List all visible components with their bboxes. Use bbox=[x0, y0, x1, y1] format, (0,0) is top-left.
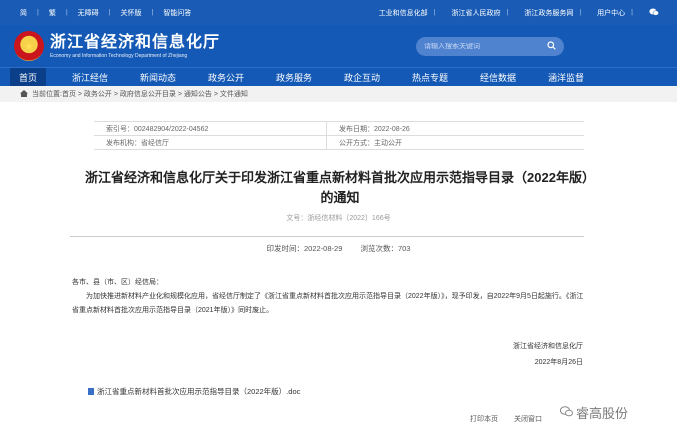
nav-supervision[interactable]: 涵洋监督 bbox=[532, 68, 600, 86]
doc-number: 文号：浙经信材料〔2022〕166号 bbox=[286, 215, 391, 222]
divider: | bbox=[65, 9, 68, 16]
wechat-icon bbox=[559, 405, 573, 420]
view-count: 浏览次数：703 bbox=[360, 244, 411, 253]
nav-news[interactable]: 新闻动态 bbox=[124, 68, 192, 86]
publisher: 发布机构：省经信厅 bbox=[94, 136, 327, 149]
signature-block: 浙江省经济和信息化厅 2022年8月26日 bbox=[513, 339, 583, 371]
divider: | bbox=[579, 9, 582, 16]
traditional-link[interactable]: 繁 bbox=[49, 8, 56, 18]
watermark-text: 睿高股份 bbox=[576, 406, 629, 421]
nav-zhejiang-jingxin[interactable]: 浙江经信 bbox=[56, 68, 124, 86]
doc-file-icon bbox=[88, 388, 94, 395]
site-header: ★ 浙江省经济和信息化厅 Economy and Information Tec… bbox=[0, 25, 677, 67]
page-title: 浙江省经济和信息化厅关于印发浙江省重点新材料首批次应用示范指导目录（2022年版… bbox=[85, 170, 595, 205]
nav-gov-services[interactable]: 政务服务 bbox=[260, 68, 328, 86]
top-utility-bar: 简 | 繁 | 无障碍 | 关怀版 | 智能问答 工业和信息化部 | 浙江省人民… bbox=[0, 0, 677, 25]
close-button[interactable]: 关闭窗口 bbox=[514, 416, 542, 423]
zj-service-link[interactable]: 浙江政务服务网 bbox=[524, 8, 573, 18]
wechat-icon[interactable] bbox=[649, 8, 659, 18]
print-button[interactable]: 打印本页 bbox=[470, 416, 498, 423]
main-nav: 首页 浙江经信 新闻动态 政务公开 政务服务 政企互动 热点专题 经信数据 涵洋… bbox=[0, 67, 677, 86]
open-method: 公开方式：主动公开 bbox=[339, 139, 402, 147]
print-date: 印发时间：2022-08-29 bbox=[266, 244, 343, 253]
page-actions: 打印本页 关闭窗口 bbox=[470, 414, 556, 424]
divider: | bbox=[433, 9, 436, 16]
divider: | bbox=[151, 9, 154, 16]
search-input[interactable] bbox=[424, 43, 544, 50]
nav-gov-affairs[interactable]: 政务公开 bbox=[192, 68, 260, 86]
top-left-links: 简 | 繁 | 无障碍 | 关怀版 | 智能问答 bbox=[20, 8, 201, 18]
user-center-link[interactable]: 用户中心 bbox=[597, 8, 625, 18]
meta-row: 发布机构：省经信厅 公开方式：主动公开 bbox=[94, 136, 584, 150]
breadcrumb-text[interactable]: 当前位置:首页 > 政务公开 > 政府信息公开目录 > 通知公告 > 文件通知 bbox=[32, 89, 248, 99]
care-mode-link[interactable]: 关怀版 bbox=[120, 8, 141, 18]
search-icon[interactable] bbox=[547, 41, 556, 52]
breadcrumb: 当前位置:首页 > 政务公开 > 政府信息公开目录 > 通知公告 > 文件通知 bbox=[0, 86, 677, 102]
publish-date: 发布日期：2022-08-26 bbox=[339, 125, 410, 133]
nav-interaction[interactable]: 政企互动 bbox=[328, 68, 396, 86]
divider: | bbox=[631, 9, 633, 16]
divider: | bbox=[506, 9, 509, 16]
miit-link[interactable]: 工业和信息化部 bbox=[379, 8, 428, 18]
sign-date: 2022年8月26日 bbox=[534, 359, 583, 366]
home-icon bbox=[20, 89, 28, 99]
zj-gov-link[interactable]: 浙江省人民政府 bbox=[452, 8, 501, 18]
attachment-link[interactable]: 浙江省重点新材料首批次应用示范指导目录（2022年版）.doc bbox=[88, 386, 300, 397]
top-right-links: 工业和信息化部 | 浙江省人民政府 | 浙江政务服务网 | 用户中心 | bbox=[373, 8, 665, 18]
nav-home[interactable]: 首页 bbox=[10, 68, 46, 86]
national-emblem-icon: ★ bbox=[14, 31, 44, 61]
divider: | bbox=[37, 9, 39, 16]
divider bbox=[70, 236, 584, 237]
nav-hot-topics[interactable]: 热点专题 bbox=[396, 68, 464, 86]
divider: | bbox=[108, 9, 111, 16]
doc-body: 各市、县（市、区）经信局： 为加快推进新材料产业化和规模化应用，省经信厅制定了《… bbox=[72, 276, 587, 318]
smart-qa-link[interactable]: 智能问答 bbox=[163, 8, 191, 18]
print-info: 印发时间：2022-08-29 浏览次数：703 bbox=[0, 243, 677, 254]
index-no: 索引号：002482904/2022-04562 bbox=[94, 122, 327, 135]
site-title-cn: 浙江省经济和信息化厅 bbox=[50, 33, 221, 51]
attachment-name[interactable]: 浙江省重点新材料首批次应用示范指导目录（2022年版）.doc bbox=[97, 386, 300, 397]
simplified-link[interactable]: 简 bbox=[20, 8, 27, 18]
site-logo[interactable]: 浙江省经济和信息化厅 Economy and Information Techn… bbox=[50, 34, 220, 59]
accessibility-link[interactable]: 无障碍 bbox=[78, 8, 99, 18]
paragraph: 为加快推进新材料产业化和规模化应用，省经信厅制定了《浙江省重点新材料首批次应用示… bbox=[72, 293, 584, 314]
salutation: 各市、县（市、区）经信局： bbox=[72, 279, 163, 286]
watermark: 睿高股份 bbox=[559, 403, 629, 422]
meta-row: 索引号：002482904/2022-04562 发布日期：2022-08-26 bbox=[94, 122, 584, 136]
search-box bbox=[416, 37, 564, 56]
site-title-en: Economy and Information Technology Depar… bbox=[50, 52, 188, 59]
doc-meta-table: 索引号：002482904/2022-04562 发布日期：2022-08-26… bbox=[94, 121, 584, 150]
nav-data[interactable]: 经信数据 bbox=[464, 68, 532, 86]
signer: 浙江省经济和信息化厅 bbox=[513, 343, 583, 350]
